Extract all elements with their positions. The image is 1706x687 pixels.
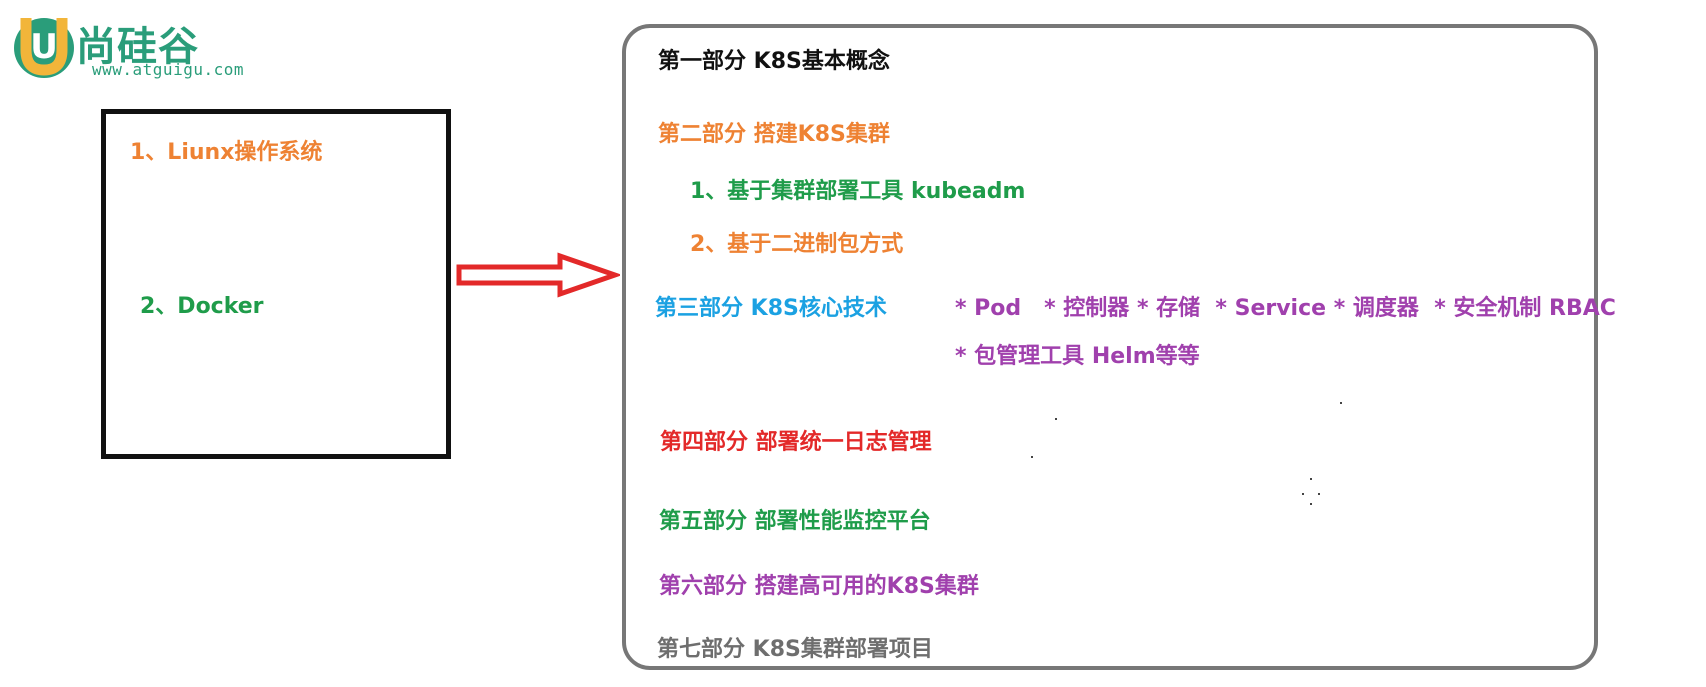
part-7: 第七部分 K8S集群部署项目 [657,637,933,662]
part-2-binary: 2、基于二进制包方式 [690,232,904,257]
prereq-linux: 1、Liunx操作系统 [130,140,323,165]
part-6: 第六部分 搭建高可用的K8S集群 [659,574,979,599]
stray-dot [1302,493,1304,495]
part-3: 第三部分 K8S核心技术 [655,296,887,321]
logo-letter: U [30,27,58,67]
part-1: 第一部分 K8S基本概念 [658,49,890,74]
stray-dot [1055,418,1057,420]
logo-url: www.atguigu.com [92,60,244,79]
part-5: 第五部分 部署性能监控平台 [659,509,931,534]
part-3-topics-line-1: * Pod * 控制器 * 存储 * Service * 调度器 * 安全机制 … [955,296,1616,321]
part-3-topics-line-2: * 包管理工具 Helm等等 [955,344,1200,369]
stray-dot [1340,402,1342,404]
prereq-docker: 2、Docker [140,294,264,319]
part-4: 第四部分 部署统一日志管理 [660,430,932,455]
part-2: 第二部分 搭建K8S集群 [658,122,890,147]
stray-dot [1310,478,1312,480]
part-2-kubeadm: 1、基于集群部署工具 kubeadm [690,179,1026,204]
stray-dot [1318,493,1320,495]
atguigu-logo: U 尚硅谷 www.atguigu.com [8,6,248,86]
stray-dot [1310,503,1312,505]
right-arrow-icon [456,252,620,298]
logo-u-icon: U [14,18,74,78]
stray-dot [1031,456,1033,458]
